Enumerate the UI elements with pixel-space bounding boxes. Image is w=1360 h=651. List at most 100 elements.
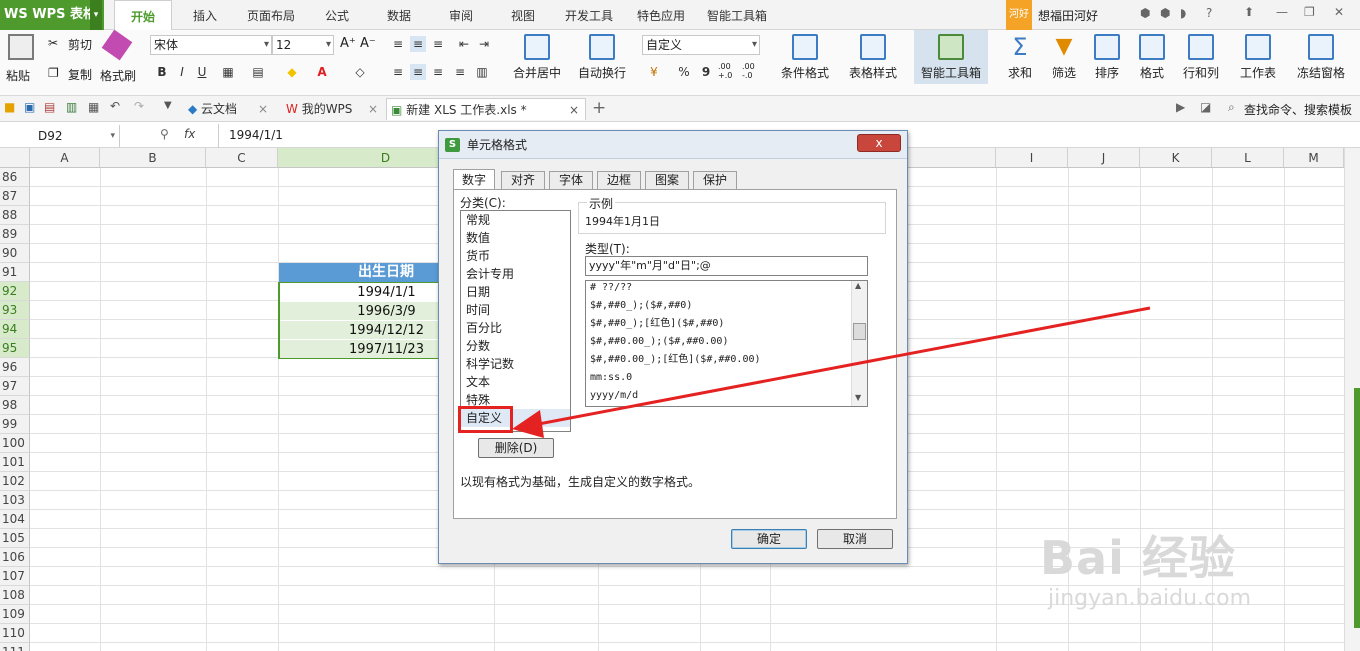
category-list[interactable]: 常规 数值 货币 会计专用 日期 时间 百分比 分数 科学记数 文本 特殊 自定义 xyxy=(460,210,571,432)
close-icon[interactable]: × xyxy=(569,99,579,121)
category-item[interactable]: 百分比 xyxy=(461,319,570,337)
justify-icon[interactable]: ≡ xyxy=(452,64,468,80)
format-code-item[interactable]: # ??/?? xyxy=(590,281,632,297)
settings-icon[interactable]: ⬢ xyxy=(1160,6,1170,20)
delete-button[interactable]: 删除(D) xyxy=(478,438,554,458)
spellcheck-icon[interactable]: ▦ xyxy=(88,100,99,114)
sum-button[interactable]: Σ 求和 xyxy=(1000,34,1040,81)
row-header[interactable]: 90 xyxy=(0,244,30,263)
bold-button[interactable]: B xyxy=(154,64,170,80)
category-item[interactable]: 货币 xyxy=(461,247,570,265)
category-item[interactable]: 科学记数 xyxy=(461,355,570,373)
row-header[interactable]: 100 xyxy=(0,434,30,453)
row-header[interactable]: 104 xyxy=(0,510,30,529)
chevron-down-icon[interactable]: ▾ xyxy=(110,125,115,147)
tab-pattern[interactable]: 图案 xyxy=(645,171,689,189)
quick-access-menu-icon[interactable]: ▼ xyxy=(164,100,172,111)
format-list-scrollbar[interactable]: ▲ ▼ xyxy=(851,281,867,406)
row-header[interactable]: 99 xyxy=(0,415,30,434)
freeze-panes-button[interactable]: 冻结窗格 xyxy=(1290,34,1352,81)
row-header[interactable]: 92 xyxy=(0,282,30,301)
restore-icon[interactable]: ❐ xyxy=(1304,5,1315,19)
align-left-icon[interactable]: ≡ xyxy=(390,64,406,80)
tab-formula[interactable]: 公式 xyxy=(314,0,360,30)
redo-icon[interactable]: ↷ xyxy=(134,99,144,113)
conditional-format-button[interactable]: 条件格式 xyxy=(772,34,838,81)
copy-button[interactable]: 复制 xyxy=(68,66,92,83)
tab-insert[interactable]: 插入 xyxy=(180,0,230,30)
category-item[interactable]: 时间 xyxy=(461,301,570,319)
row-header[interactable]: 88 xyxy=(0,206,30,225)
scrollbar-thumb[interactable] xyxy=(853,323,866,340)
scroll-down-icon[interactable]: ▼ xyxy=(855,393,861,402)
row-header[interactable]: 96 xyxy=(0,358,30,377)
row-header[interactable]: 89 xyxy=(0,225,30,244)
format-code-list[interactable]: # ??/?? $#,##0_);($#,##0) $#,##0_);[红色]($#… xyxy=(585,280,868,407)
fill-color-icon[interactable]: ◆ xyxy=(284,64,300,80)
row-col-button[interactable]: 行和列 xyxy=(1176,34,1226,81)
column-header[interactable]: I xyxy=(996,148,1068,168)
comma-button[interactable]: 9 xyxy=(698,64,714,80)
row-header[interactable]: 111 xyxy=(0,643,30,651)
row-header[interactable]: 101 xyxy=(0,453,30,472)
row-header[interactable]: 108 xyxy=(0,586,30,605)
tab-view[interactable]: 视图 xyxy=(500,0,546,30)
tab-border[interactable]: 边框 xyxy=(597,171,641,189)
select-all-corner[interactable] xyxy=(0,148,30,168)
scrollbar-thumb[interactable] xyxy=(1354,388,1360,628)
row-header[interactable]: 102 xyxy=(0,472,30,491)
tab-review[interactable]: 审阅 xyxy=(438,0,484,30)
sort-button[interactable]: 排序 xyxy=(1086,34,1128,81)
tab-alignment[interactable]: 对齐 xyxy=(501,171,545,189)
zoom-icon[interactable]: ⚲ xyxy=(160,127,169,141)
row-header[interactable]: 86 xyxy=(0,168,30,187)
row-header[interactable]: 91 xyxy=(0,263,30,282)
align-middle-icon[interactable]: ≡ xyxy=(410,36,426,52)
row-header[interactable]: 87 xyxy=(0,187,30,206)
copy-icon[interactable]: ❐ xyxy=(48,66,59,80)
tab-font[interactable]: 字体 xyxy=(549,171,593,189)
column-header[interactable]: L xyxy=(1212,148,1284,168)
tab-page-layout[interactable]: 页面布局 xyxy=(240,0,302,30)
row-header[interactable]: 97 xyxy=(0,377,30,396)
format-code-item[interactable]: $#,##0_);[红色]($#,##0) xyxy=(590,315,724,333)
align-right-icon[interactable]: ≡ xyxy=(430,64,446,80)
filter-button[interactable]: ▼ 筛选 xyxy=(1042,34,1086,81)
upload-icon[interactable]: ⬆ xyxy=(1244,5,1254,19)
row-header[interactable]: 95 xyxy=(0,339,30,358)
smart-toolbox-button[interactable]: 智能工具箱 xyxy=(914,30,988,84)
row-header[interactable]: 107 xyxy=(0,567,30,586)
command-search[interactable]: 查找命令、搜索模板 xyxy=(1244,101,1352,118)
format-code-item[interactable]: $#,##0.00_);($#,##0.00) xyxy=(590,333,728,351)
cancel-button[interactable]: 取消 xyxy=(817,529,893,549)
tab-my-wps[interactable]: W 我的WPS × xyxy=(282,98,382,120)
underline-button[interactable]: U xyxy=(194,64,210,80)
merge-center-button[interactable]: 合并居中 xyxy=(506,34,568,81)
tab-workbook[interactable]: ▣ 新建 XLS 工作表.xls * × xyxy=(386,98,586,120)
row-header[interactable]: 94 xyxy=(0,320,30,339)
align-top-icon[interactable]: ≡ xyxy=(390,36,406,52)
currency-icon[interactable]: ¥ xyxy=(646,64,662,80)
format-code-item[interactable]: $#,##0.00_);[红色]($#,##0.00) xyxy=(590,351,761,369)
new-tab-icon[interactable]: + xyxy=(592,98,606,118)
font-name-select[interactable]: 宋体 xyxy=(150,35,272,55)
indent-decrease-icon[interactable]: ⇤ xyxy=(456,36,472,52)
format-painter-icon[interactable] xyxy=(101,29,133,61)
align-bottom-icon[interactable]: ≡ xyxy=(430,36,446,52)
number-format-select[interactable]: 自定义 xyxy=(642,35,760,55)
column-header[interactable]: J xyxy=(1068,148,1140,168)
close-icon[interactable]: × xyxy=(368,98,378,120)
border-icon[interactable]: ▦ xyxy=(220,64,236,80)
font-shrink-icon[interactable]: A⁻ xyxy=(360,36,376,51)
category-item[interactable]: 数值 xyxy=(461,229,570,247)
function-icon[interactable]: fx xyxy=(184,127,195,141)
folder-icon[interactable]: ■ xyxy=(4,100,15,114)
ok-button[interactable]: 确定 xyxy=(731,529,807,549)
undo-icon[interactable]: ↶ xyxy=(110,99,120,113)
dialog-title-bar[interactable]: S 单元格格式 x xyxy=(439,131,907,159)
category-item[interactable]: 常规 xyxy=(461,211,570,229)
paste-icon[interactable] xyxy=(8,34,34,60)
tab-smart-tools[interactable]: 智能工具箱 xyxy=(700,0,774,30)
paste-button[interactable]: 粘贴 xyxy=(6,67,30,84)
dialog-close-button[interactable]: x xyxy=(857,134,901,152)
